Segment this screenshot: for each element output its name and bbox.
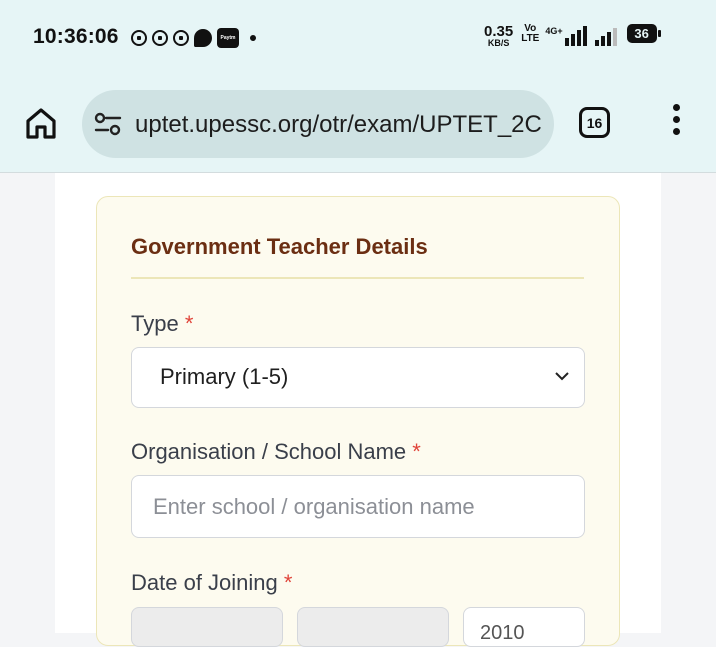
type-selected-value: Primary (1-5) — [160, 364, 289, 389]
status-time: 10:36:06 — [33, 25, 119, 48]
whatsapp-icon — [152, 30, 168, 46]
status-right: 0.35 KB/S Vo LTE 4G+ 36 — [484, 23, 661, 48]
required-mark: * — [184, 311, 194, 336]
browser-menu-icon[interactable] — [668, 104, 684, 144]
date-month-select[interactable] — [297, 607, 449, 647]
notification-icons: Paytm — [131, 28, 256, 48]
signal-icon — [564, 24, 587, 46]
home-icon — [26, 108, 56, 139]
date-of-joining-label: Date of Joining * — [131, 570, 293, 595]
section-title: Government Teacher Details — [131, 234, 428, 259]
home-button[interactable] — [24, 106, 58, 140]
school-name-placeholder: Enter school / organisation name — [153, 494, 475, 519]
status-bar: 10:36:06 Paytm 0.35 KB/S Vo LTE 4G+ 36 — [0, 0, 716, 80]
whatsapp-icon — [173, 30, 189, 46]
battery-icon: 36 — [626, 24, 661, 43]
type-label: Type * — [131, 311, 194, 336]
address-bar[interactable]: uptet.upessc.org/otr/exam/UPTET_2C — [82, 90, 554, 158]
date-year-value: 2010 — [480, 622, 525, 644]
school-name-input[interactable]: Enter school / organisation name — [131, 475, 585, 538]
network-type: 4G+ — [545, 26, 563, 36]
paytm-icon: Paytm — [217, 28, 239, 48]
school-label: Organisation / School Name * — [131, 439, 421, 464]
volte-indicator: Vo LTE — [521, 23, 540, 44]
browser-toolbar: uptet.upessc.org/otr/exam/UPTET_2C 16 — [0, 80, 716, 173]
section-divider — [131, 277, 584, 279]
chat-icon — [194, 29, 212, 47]
url-text[interactable]: uptet.upessc.org/otr/exam/UPTET_2C — [135, 111, 542, 139]
chevron-down-icon — [555, 372, 569, 381]
type-select[interactable]: Primary (1-5) — [131, 347, 585, 408]
signal-icon-2 — [594, 24, 617, 46]
required-mark: * — [283, 570, 293, 595]
tab-switcher-button[interactable]: 16 — [579, 107, 610, 138]
net-speed: 0.35 KB/S — [484, 23, 514, 48]
whatsapp-icon — [131, 30, 147, 46]
more-notifications-dot-icon — [250, 35, 256, 41]
site-settings-icon[interactable] — [94, 112, 122, 136]
required-mark: * — [412, 439, 421, 464]
date-year-select[interactable]: 2010 — [463, 607, 585, 647]
date-day-select[interactable] — [131, 607, 283, 647]
